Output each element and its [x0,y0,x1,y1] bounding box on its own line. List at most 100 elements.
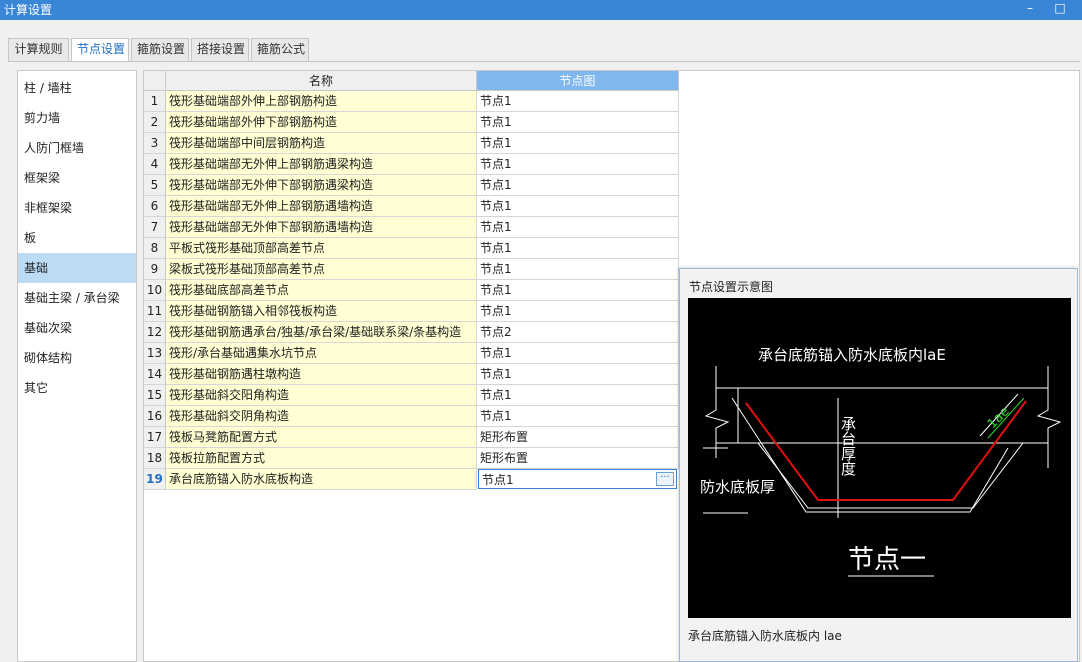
row-value-cell[interactable]: 节点1 [477,175,679,196]
category-item-foundation[interactable]: 基础 [18,253,136,283]
row-number[interactable]: 5 [144,175,166,196]
table-row[interactable]: 8 平板式筏形基础顶部高差节点 节点1 [144,238,679,259]
row-name-cell[interactable]: 筏形基础斜交阴角构造 [166,406,477,427]
row-name-cell[interactable]: 筏板拉筋配置方式 [166,448,477,469]
table-row[interactable]: 10 筏形基础底部高差节点 节点1 [144,280,679,301]
table-row[interactable]: 7 筏形基础端部无外伸下部钢筋遇墙构造 节点1 [144,217,679,238]
row-name-cell[interactable]: 筏形基础钢筋遇柱墩构造 [166,364,477,385]
row-name-cell[interactable]: 筏形基础端部无外伸下部钢筋遇梁构造 [166,175,477,196]
row-number[interactable]: 4 [144,154,166,175]
node-diagram-svg: 承台底筋锚入防水底板内laE 1ae 承台厚度 防水底板厚 节点一 [700,346,1062,577]
row-number[interactable]: 8 [144,238,166,259]
category-item-foundation-main-beam[interactable]: 基础主梁 / 承台梁 [18,283,136,313]
row-name-cell[interactable]: 筏形基础钢筋遇承台/独基/承台梁/基础联系梁/条基构造 [166,322,477,343]
table-row[interactable]: 12 筏形基础钢筋遇承台/独基/承台梁/基础联系梁/条基构造 节点2 [144,322,679,343]
row-name-cell[interactable]: 筏形基础端部无外伸上部钢筋遇墙构造 [166,196,477,217]
row-name-cell[interactable]: 平板式筏形基础顶部高差节点 [166,238,477,259]
row-name-cell[interactable]: 梁板式筏形基础顶部高差节点 [166,259,477,280]
category-item-shear-wall[interactable]: 剪力墙 [18,103,136,133]
row-name-cell[interactable]: 筏板马凳筋配置方式 [166,427,477,448]
row-value-cell[interactable]: 节点1 [477,133,679,154]
row-value-cell[interactable]: 节点1 [477,259,679,280]
tab-calc-rules[interactable]: 计算规则 [8,38,69,61]
row-value-text: 节点2 [480,325,512,339]
row-name-cell[interactable]: 筏形基础端部外伸上部钢筋构造 [166,91,477,112]
table-row[interactable]: 6 筏形基础端部无外伸上部钢筋遇墙构造 节点1 [144,196,679,217]
row-number[interactable]: 18 [144,448,166,469]
row-number[interactable]: 15 [144,385,166,406]
row-number[interactable]: 10 [144,280,166,301]
table-row[interactable]: 13 筏形/承台基础遇集水坑节点 节点1 [144,343,679,364]
table-row[interactable]: 4 筏形基础端部无外伸上部钢筋遇梁构造 节点1 [144,154,679,175]
row-number[interactable]: 7 [144,217,166,238]
category-item-foundation-secondary-beam[interactable]: 基础次梁 [18,313,136,343]
row-value-cell[interactable]: 节点1 [477,385,679,406]
row-name-cell[interactable]: 筏形基础钢筋锚入相邻筏板构造 [166,301,477,322]
table-row[interactable]: 3 筏形基础端部中间层钢筋构造 节点1 [144,133,679,154]
table-row[interactable]: 18 筏板拉筋配置方式 矩形布置 [144,448,679,469]
category-item-slab[interactable]: 板 [18,223,136,253]
row-value-cell[interactable]: 节点1 [477,112,679,133]
tab-stirrup-settings[interactable]: 箍筋设置 [131,38,189,61]
row-number[interactable]: 1 [144,91,166,112]
row-number[interactable]: 19 [144,469,166,490]
table-row[interactable]: 1 筏形基础端部外伸上部钢筋构造 节点1 [144,91,679,112]
row-value-cell[interactable]: 节点1 [477,406,679,427]
row-name-cell[interactable]: 筏形基础端部无外伸上部钢筋遇梁构造 [166,154,477,175]
row-value-cell[interactable]: 节点1 [477,154,679,175]
table-row[interactable]: 15 筏形基础斜交阳角构造 节点1 [144,385,679,406]
category-item-column[interactable]: 柱 / 墙柱 [18,73,136,103]
row-value-cell[interactable]: 节点1 [477,196,679,217]
tab-stirrup-formula[interactable]: 箍筋公式 [251,38,309,61]
row-name-cell[interactable]: 筏形基础端部外伸下部钢筋构造 [166,112,477,133]
row-value-cell[interactable]: 节点1 [477,91,679,112]
row-name-cell[interactable]: 筏形基础端部中间层钢筋构造 [166,133,477,154]
row-number[interactable]: 12 [144,322,166,343]
row-value-editor[interactable]: 节点1 ··· [478,469,677,489]
row-value-text: 节点1 [480,367,512,381]
row-name-cell[interactable]: 筏形基础端部无外伸下部钢筋遇墙构造 [166,217,477,238]
row-name-cell[interactable]: 承台底筋锚入防水底板构造 [166,469,477,490]
row-value-cell[interactable]: 节点1 [477,343,679,364]
row-name-cell[interactable]: 筏形基础斜交阳角构造 [166,385,477,406]
row-number[interactable]: 14 [144,364,166,385]
row-value-cell[interactable]: 节点2 [477,322,679,343]
row-value-cell[interactable]: 矩形布置 [477,427,679,448]
row-value-cell[interactable]: 节点1 [477,280,679,301]
ellipsis-button[interactable]: ··· [656,472,674,486]
row-number[interactable]: 9 [144,259,166,280]
header-diagram[interactable]: 节点图 [477,71,679,91]
category-item-masonry[interactable]: 砌体结构 [18,343,136,373]
header-name[interactable]: 名称 [166,71,477,91]
table-row[interactable]: 16 筏形基础斜交阴角构造 节点1 [144,406,679,427]
table-row[interactable]: 9 梁板式筏形基础顶部高差节点 节点1 [144,259,679,280]
row-number[interactable]: 6 [144,196,166,217]
row-name-cell[interactable]: 筏形基础底部高差节点 [166,280,477,301]
category-item-other[interactable]: 其它 [18,373,136,403]
row-value-cell[interactable]: 节点1 [477,301,679,322]
row-number[interactable]: 13 [144,343,166,364]
row-value-cell[interactable]: 节点1 [477,238,679,259]
table-row[interactable]: 17 筏板马凳筋配置方式 矩形布置 [144,427,679,448]
table-row[interactable]: 11 筏形基础钢筋锚入相邻筏板构造 节点1 [144,301,679,322]
row-number[interactable]: 16 [144,406,166,427]
category-item-frame-beam[interactable]: 框架梁 [18,163,136,193]
row-number[interactable]: 2 [144,112,166,133]
table-row[interactable]: 14 筏形基础钢筋遇柱墩构造 节点1 [144,364,679,385]
row-name-cell[interactable]: 筏形/承台基础遇集水坑节点 [166,343,477,364]
maximize-button[interactable]: □ [1052,0,1068,18]
row-value-cell[interactable]: 节点1 [477,364,679,385]
tab-lap-settings[interactable]: 搭接设置 [191,38,249,61]
row-number[interactable]: 17 [144,427,166,448]
table-row[interactable]: 2 筏形基础端部外伸下部钢筋构造 节点1 [144,112,679,133]
tab-node-settings[interactable]: 节点设置 [71,38,129,62]
category-item-non-frame-beam[interactable]: 非框架梁 [18,193,136,223]
table-row[interactable]: 5 筏形基础端部无外伸下部钢筋遇梁构造 节点1 [144,175,679,196]
row-number[interactable]: 3 [144,133,166,154]
minimize-button[interactable]: – [1022,0,1038,18]
table-row[interactable]: 19 承台底筋锚入防水底板构造 节点1 ··· [144,469,679,490]
row-number[interactable]: 11 [144,301,166,322]
category-item-civil-defense-wall[interactable]: 人防门框墙 [18,133,136,163]
row-value-cell[interactable]: 矩形布置 [477,448,679,469]
row-value-cell[interactable]: 节点1 [477,217,679,238]
